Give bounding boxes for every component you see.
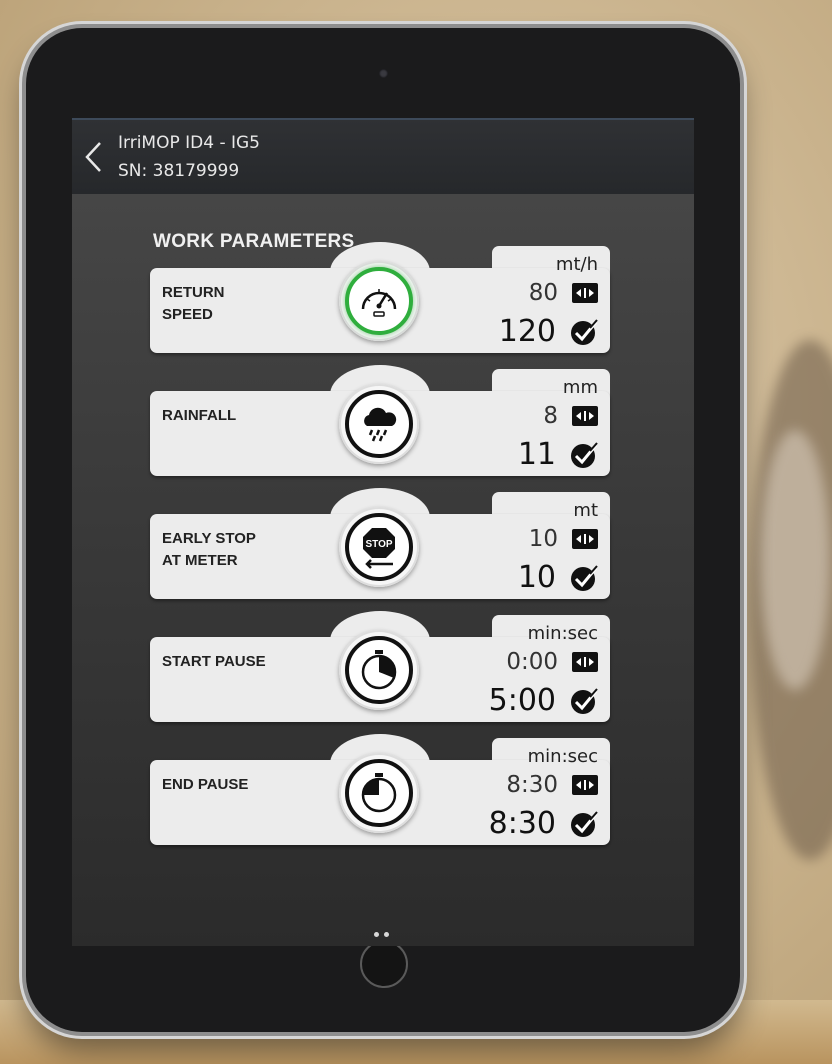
set-value[interactable]: 120 — [499, 314, 556, 349]
param-label: EARLY STOP AT METER — [162, 530, 256, 569]
param-card-early-stop: EARLY STOP AT METER STOP mt 10 10 — [150, 488, 610, 599]
transfer-arrows-icon[interactable] — [572, 775, 598, 795]
device-name: IrriMOP ID4 - IG5 — [118, 133, 260, 153]
param-unit: mt/h — [555, 254, 598, 275]
page-dot[interactable] — [384, 932, 389, 937]
confirm-check-icon[interactable] — [570, 810, 598, 838]
page-indicator[interactable] — [374, 932, 389, 937]
set-value[interactable]: 8:30 — [489, 806, 556, 841]
param-card-end-pause: END PAUSE min:sec 8:30 8:30 — [150, 734, 610, 845]
background-blur-light — [760, 430, 830, 690]
current-value-row: 8:30 — [506, 772, 598, 798]
set-value-row: 10 — [518, 560, 598, 595]
stop-sign-icon: STOP — [345, 513, 413, 581]
param-unit: mm — [562, 377, 598, 398]
icon-ring — [339, 753, 419, 833]
set-value-row: 11 — [518, 437, 598, 472]
transfer-arrows-icon[interactable] — [572, 406, 598, 426]
transfer-arrows-icon[interactable] — [572, 529, 598, 549]
param-unit: mt — [573, 500, 598, 521]
set-value-row: 5:00 — [489, 683, 598, 718]
param-card-start-pause: START PAUSE min:sec 0:00 5:00 — [150, 611, 610, 722]
timer-end-icon — [345, 759, 413, 827]
current-value: 0:00 — [506, 649, 558, 675]
home-button[interactable] — [360, 940, 408, 988]
transfer-arrows-icon[interactable] — [572, 652, 598, 672]
param-label: RETURN SPEED — [162, 284, 225, 323]
current-value: 8:30 — [506, 772, 558, 798]
param-label: END PAUSE — [162, 776, 249, 793]
back-arrow-icon[interactable] — [82, 140, 106, 174]
current-value-row: 80 — [529, 280, 598, 306]
speedometer-icon — [345, 267, 413, 335]
confirm-check-icon[interactable] — [570, 564, 598, 592]
current-value-row: 8 — [543, 403, 598, 429]
tablet-device: IrriMOP ID4 - IG5 SN: 38179999 WORK PARA… — [26, 28, 740, 1032]
rain-cloud-icon — [345, 390, 413, 458]
current-value: 10 — [528, 526, 558, 552]
param-unit: min:sec — [527, 623, 598, 644]
icon-ring — [339, 630, 419, 710]
svg-text:STOP: STOP — [365, 539, 392, 550]
set-value[interactable]: 11 — [518, 437, 556, 472]
param-label: RAINFALL — [162, 407, 237, 424]
set-value[interactable]: 5:00 — [489, 683, 556, 718]
param-card-rainfall: RAINFALL mm 8 11 — [150, 365, 610, 476]
icon-ring — [339, 384, 419, 464]
confirm-check-icon[interactable] — [570, 318, 598, 346]
page-dot[interactable] — [374, 932, 379, 937]
icon-ring: STOP — [339, 507, 419, 587]
current-value-row: 10 — [529, 526, 598, 552]
transfer-arrows-icon[interactable] — [572, 283, 598, 303]
confirm-check-icon[interactable] — [570, 687, 598, 715]
current-value: 80 — [528, 280, 558, 306]
param-card-return-speed: RETURN SPEED mt/h 80 120 — [150, 242, 610, 353]
camera-lens — [379, 69, 388, 78]
icon-ring — [339, 261, 419, 341]
param-label: START PAUSE — [162, 653, 266, 670]
current-value-row: 0:00 — [506, 649, 598, 675]
device-serial: SN: 38179999 — [118, 161, 240, 181]
confirm-check-icon[interactable] — [570, 441, 598, 469]
set-value-row: 8:30 — [489, 806, 598, 841]
set-value-row: 120 — [499, 314, 598, 349]
current-value: 8 — [543, 403, 558, 429]
timer-start-icon — [345, 636, 413, 704]
header-bar: IrriMOP ID4 - IG5 SN: 38179999 — [72, 118, 694, 194]
app-screen: IrriMOP ID4 - IG5 SN: 38179999 WORK PARA… — [72, 118, 694, 946]
param-unit: min:sec — [527, 746, 598, 767]
set-value[interactable]: 10 — [518, 560, 556, 595]
